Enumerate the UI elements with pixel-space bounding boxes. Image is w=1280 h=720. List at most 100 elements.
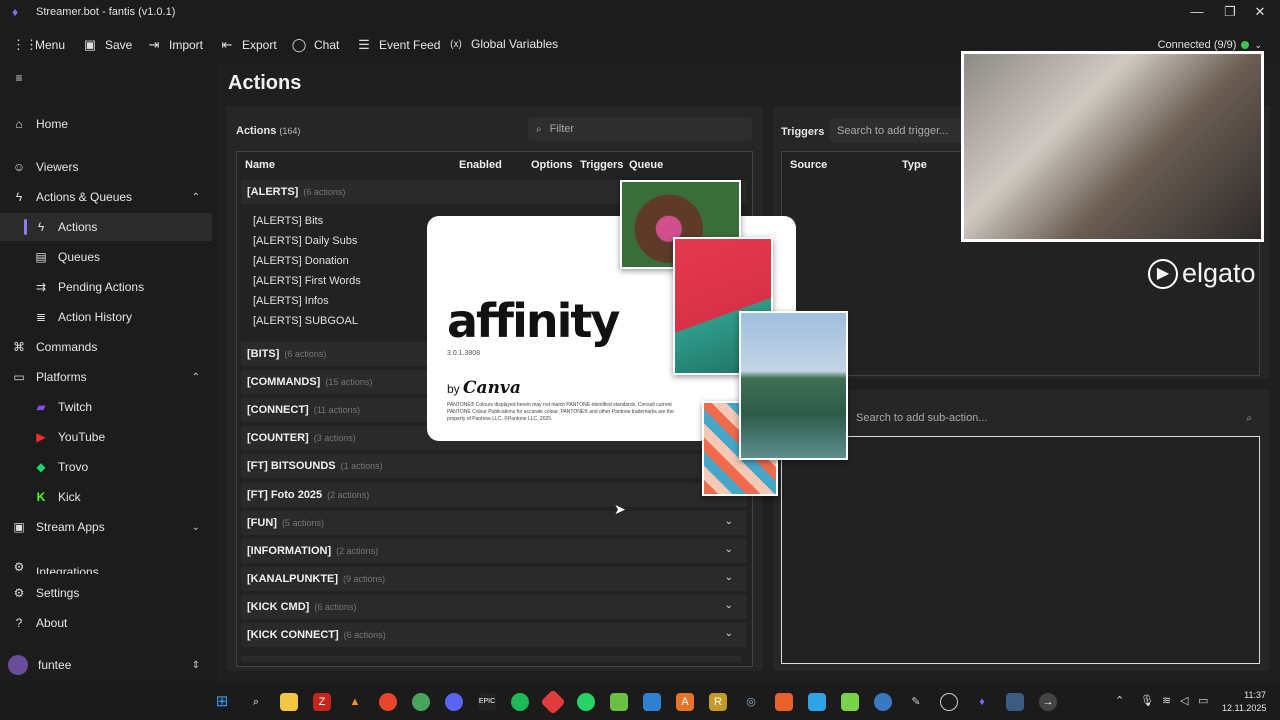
epic-games-icon[interactable]: EPIC	[478, 693, 496, 711]
chrome-profile-icon[interactable]	[412, 693, 430, 711]
sidebar-item-commands[interactable]: ⌘ Commands	[0, 333, 212, 361]
whatsapp-icon[interactable]	[577, 693, 595, 711]
sidebar-item-actions[interactable]: ϟ Actions	[0, 213, 212, 241]
chevron-down-icon: ⌄	[724, 516, 733, 527]
horizontal-scrollbar[interactable]	[241, 656, 741, 662]
sidebar-item-settings[interactable]: ⚙ Settings	[0, 579, 212, 607]
tray-chevron-icon[interactable]: ⌃	[1115, 694, 1124, 707]
page-title: Actions	[228, 72, 302, 94]
streamerbot-taskbar-icon[interactable]: ♦	[973, 693, 991, 711]
sidebar-item-actions-queues[interactable]: ϟ Actions & Queues ⌃	[0, 183, 212, 211]
sidebar-item-viewers[interactable]: ☺ Viewers	[0, 153, 212, 181]
column-enabled[interactable]: Enabled	[459, 159, 502, 171]
sidebar-item-twitch[interactable]: ▰ Twitch	[0, 393, 212, 421]
wifi-icon[interactable]: ≋	[1162, 694, 1171, 707]
global-variables-button[interactable]: (x) Global Variables	[448, 37, 558, 51]
menu-button[interactable]: ⋮⋮ Menu	[12, 37, 65, 53]
discord-icon[interactable]	[445, 693, 463, 711]
steam-icon[interactable]: ◎	[742, 693, 760, 711]
group-row[interactable]: [FUN] (5 actions) ⌄	[241, 511, 747, 535]
actions-panel-label: Actions (164)	[236, 125, 301, 137]
save-button[interactable]: ▣ Save	[82, 37, 133, 53]
close-icon[interactable]: ✕	[1250, 4, 1270, 20]
vlc-icon[interactable]: ▲	[346, 693, 364, 711]
question-icon: ?	[15, 616, 23, 630]
column-queue[interactable]: Queue	[629, 159, 663, 171]
spotify-icon[interactable]	[511, 693, 529, 711]
column-triggers[interactable]: Triggers	[580, 159, 623, 171]
app-orange-icon[interactable]	[775, 693, 793, 711]
connection-status[interactable]: Connected (9/9) ⌄	[1158, 39, 1262, 51]
pending-icon: ⇉	[35, 280, 47, 294]
filter-input[interactable]: ⌕ Filter	[528, 117, 752, 141]
sidebar-item-trovo[interactable]: ◆ Trovo	[0, 453, 212, 481]
home-icon: ⌂	[15, 117, 23, 131]
davinci-icon[interactable]	[1006, 693, 1024, 711]
sidebar-item-stream-apps[interactable]: ▣ Stream Apps ⌄	[0, 513, 212, 541]
chrome-icon[interactable]	[379, 693, 397, 711]
sidebar-item-kick[interactable]: K Kick	[0, 483, 212, 511]
title-bar: ♦ Streamer.bot - fantis (v1.0.1) — ❐ ✕	[0, 0, 1280, 26]
app-blue-icon[interactable]	[808, 693, 826, 711]
sidebar-toggle[interactable]: ≡	[0, 64, 212, 92]
column-source[interactable]: Source	[790, 159, 827, 171]
group-row[interactable]: [FT] BITSOUNDS (1 actions)	[241, 454, 747, 478]
column-name[interactable]: Name	[245, 159, 275, 171]
filezilla-icon[interactable]: Z	[313, 693, 331, 711]
column-options[interactable]: Options	[531, 159, 573, 171]
column-type[interactable]: Type	[902, 159, 927, 171]
obs-icon[interactable]	[940, 693, 958, 711]
canva-wordmark: Canva	[463, 378, 521, 398]
actions-count: (164)	[279, 126, 301, 136]
windows-start-icon[interactable]: ⊞	[213, 693, 231, 711]
volume-icon[interactable]: ◁	[1180, 694, 1188, 707]
sidebar-item-queues[interactable]: ▤ Queues	[0, 243, 212, 271]
search-icon[interactable]: ⌕	[247, 693, 265, 711]
import-button[interactable]: ⇥ Import	[146, 37, 203, 53]
action-row[interactable]: [ALERTS] Bits	[253, 215, 323, 227]
file-explorer-icon[interactable]	[280, 693, 298, 711]
group-row[interactable]: [KANALPUNKTE] (9 actions) ⌄	[241, 567, 747, 591]
event-feed-button[interactable]: ☰ Event Feed	[356, 37, 440, 53]
notepad-icon[interactable]	[610, 693, 628, 711]
app-cube-icon[interactable]	[841, 693, 859, 711]
action-row[interactable]: [ALERTS] First Words	[253, 275, 361, 287]
action-row[interactable]: [ALERTS] Donation	[253, 255, 349, 267]
app-arrow-icon[interactable]: →	[1039, 693, 1057, 711]
microphone-icon[interactable]: 🎙	[1140, 694, 1154, 707]
user-menu[interactable]: funtee ⇕	[0, 651, 212, 679]
vscode-icon[interactable]	[643, 693, 661, 711]
group-row[interactable]: [FT] Foto 2025 (2 actions)	[241, 483, 747, 507]
window-title: Streamer.bot - fantis (v1.0.1)	[36, 6, 176, 18]
sidebar-item-about[interactable]: ? About	[0, 609, 212, 637]
chevron-up-icon: ⌃	[191, 371, 200, 383]
subactions-list[interactable]	[781, 436, 1260, 664]
sidebar-item-integrations[interactable]: ⚙ Integrations	[0, 560, 212, 574]
clock[interactable]: 11:37 12.11.2025	[1222, 690, 1266, 713]
chat-button[interactable]: ◯ Chat	[291, 37, 340, 53]
rockstar-icon[interactable]: R	[709, 693, 727, 711]
group-row[interactable]: [KICK CONNECT] (6 actions) ⌄	[241, 623, 747, 647]
subaction-search-input[interactable]: Search to add sub-action... ⌕	[848, 406, 1260, 430]
sidebar-item-platforms[interactable]: ▭ Platforms ⌃	[0, 363, 212, 391]
action-row[interactable]: [ALERTS] SUBGOAL	[253, 315, 358, 327]
maximize-icon[interactable]: ❐	[1220, 4, 1240, 20]
action-row[interactable]: [ALERTS] Infos	[253, 295, 329, 307]
affinity-taskbar-icon[interactable]: A	[676, 693, 694, 711]
action-row[interactable]: [ALERTS] Daily Subs	[253, 235, 357, 247]
app-diamond-icon[interactable]	[540, 689, 566, 715]
kick-icon: K	[36, 490, 46, 504]
sidebar-item-pending-actions[interactable]: ⇉ Pending Actions	[0, 273, 212, 301]
hamburger-icon: ≡	[15, 71, 23, 85]
search-icon: ⌕	[536, 123, 542, 135]
sidebar-item-youtube[interactable]: ▶ YouTube	[0, 423, 212, 451]
app-tools-icon[interactable]: ✎	[907, 693, 925, 711]
sidebar-item-action-history[interactable]: ≣ Action History	[0, 303, 212, 331]
sidebar-item-home[interactable]: ⌂ Home	[0, 110, 212, 138]
group-row[interactable]: [KICK CMD] (6 actions) ⌄	[241, 595, 747, 619]
minimize-icon[interactable]: —	[1187, 4, 1207, 19]
export-button[interactable]: ⇤ Export	[219, 37, 277, 53]
battery-icon[interactable]: ▭	[1198, 694, 1208, 707]
app-globe-icon[interactable]	[874, 693, 892, 711]
group-row[interactable]: [INFORMATION] (2 actions) ⌄	[241, 539, 747, 563]
